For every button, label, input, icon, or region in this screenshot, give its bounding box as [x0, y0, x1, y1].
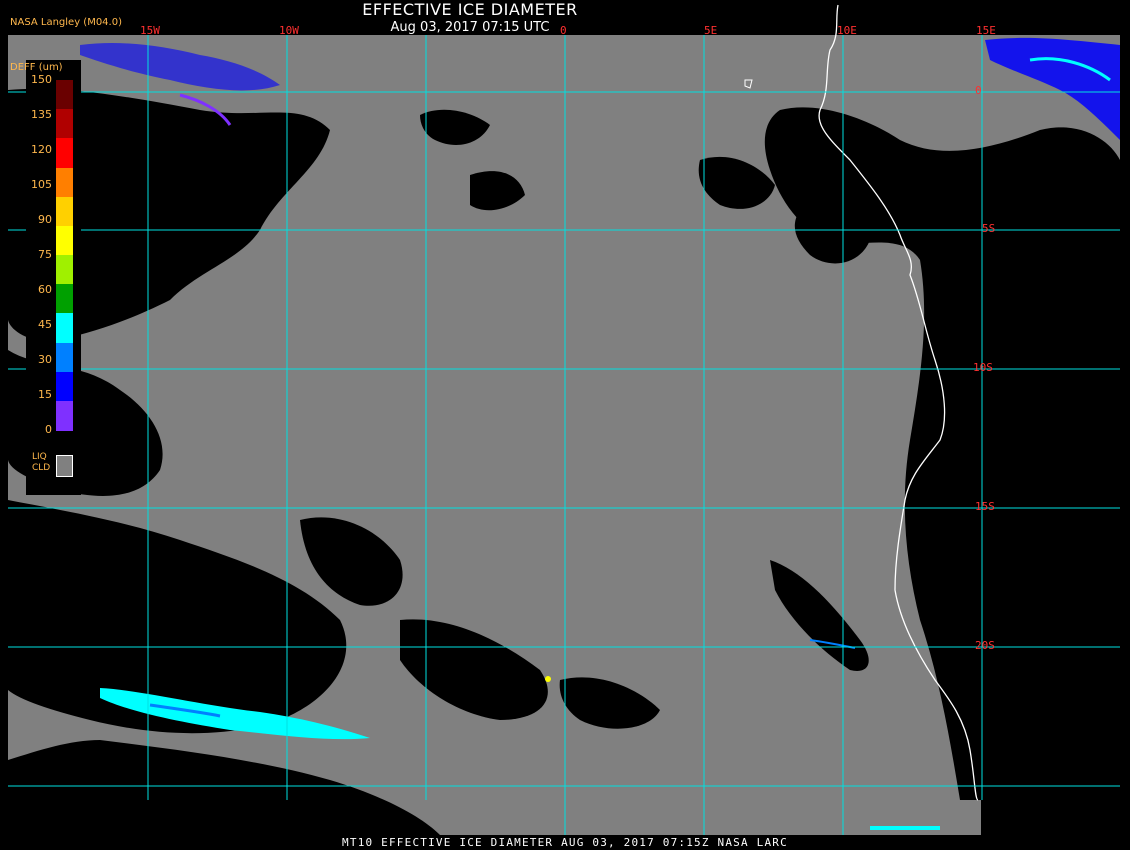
- legend-swatch: [56, 342, 73, 373]
- legend-swatch: [56, 167, 73, 198]
- legend-tick-label: 45: [38, 318, 52, 331]
- legend-tick-label: 150: [31, 73, 52, 86]
- lat-label-5s: 5S: [982, 222, 996, 235]
- map-canvas: [8, 4, 1120, 835]
- legend-swatch: [56, 225, 73, 256]
- legend-swatch: [56, 255, 73, 285]
- legend-title: DEFF (um): [10, 62, 63, 73]
- legend-swatch: [56, 371, 73, 402]
- lat-label-0: 0: [975, 84, 982, 97]
- lat-label-15s: 15S: [975, 500, 995, 513]
- liquid-label-line1: LIQ: [32, 452, 47, 462]
- timestamp: Aug 03, 2017 07:15 UTC: [390, 20, 550, 35]
- source-label: NASA Langley (M04.0): [10, 17, 122, 28]
- legend-swatch: [56, 109, 73, 140]
- liquid-cloud-swatch: [56, 455, 73, 477]
- legend-swatch: [56, 138, 73, 169]
- legend-tick-label: 120: [31, 143, 52, 156]
- legend-swatch: [56, 80, 73, 110]
- legend-swatch: [56, 313, 73, 344]
- legend-swatch: [56, 196, 73, 227]
- legend-tick-label: 15: [38, 388, 52, 401]
- lat-label-10s: 10S: [973, 361, 993, 374]
- legend-swatch: [56, 284, 73, 315]
- lat-label-20s: 20S: [975, 639, 995, 652]
- liquid-label-line2: CLD: [32, 463, 51, 473]
- lon-label-15e: 15E: [976, 24, 996, 37]
- satellite-map: 15W 10W 0 5E 10E 15E 0 5S 10S 15S 20S: [0, 0, 1130, 850]
- legend-tick-label: 90: [38, 213, 52, 226]
- legend-tick-label: 30: [38, 353, 52, 366]
- legend-tick-label: 135: [31, 108, 52, 121]
- page-title: EFFECTIVE ICE DIAMETER: [362, 0, 578, 19]
- legend-tick-label: 75: [38, 248, 52, 261]
- legend-tick-label: 0: [45, 423, 52, 436]
- legend-tick-label: 60: [38, 283, 52, 296]
- footer-caption: MT10 EFFECTIVE ICE DIAMETER AUG 03, 2017…: [342, 836, 788, 849]
- liquid-cloud-label: LIQ CLD: [32, 452, 50, 474]
- legend-swatch: [56, 400, 73, 431]
- legend-tick-label: 105: [31, 178, 52, 191]
